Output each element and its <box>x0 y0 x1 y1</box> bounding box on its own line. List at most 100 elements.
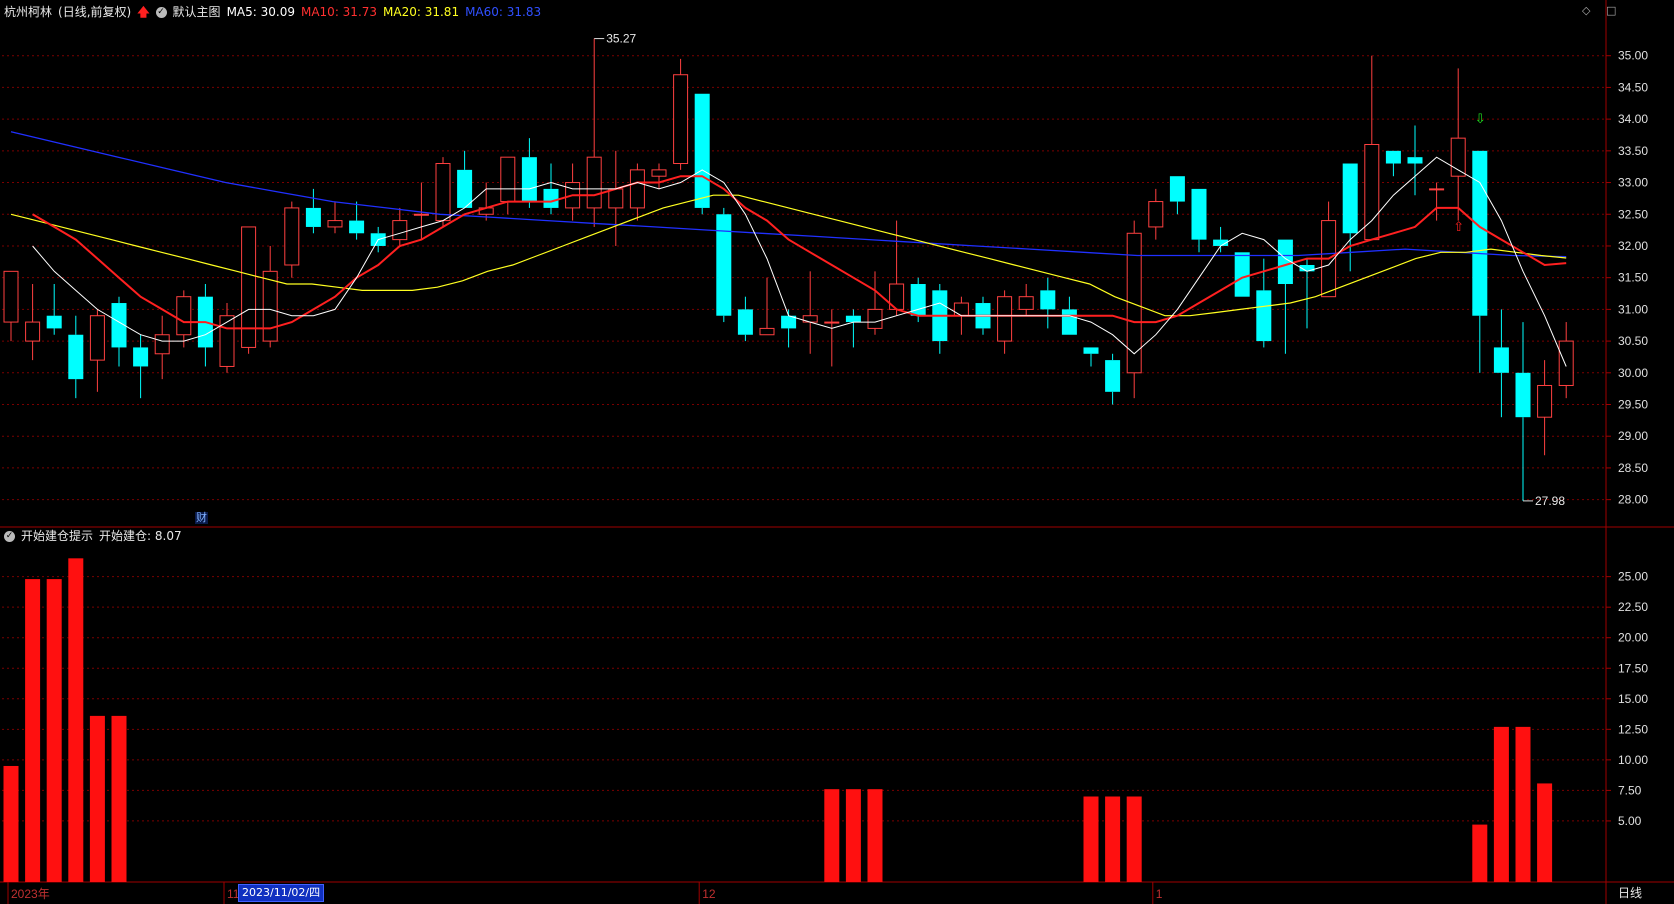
settings-icon[interactable]: ✓ <box>155 6 167 18</box>
candle-up <box>1429 182 1445 221</box>
ma20-value: MA20: 31.81 <box>383 5 460 19</box>
stock-chart[interactable]: 28.00 28.50 29.00 29.50 30.00 30.50 31.00 31.50… <box>0 0 1674 904</box>
y-tick-label: 32.00 <box>1618 239 1648 253</box>
candle-body <box>845 315 861 323</box>
candle-body <box>68 334 84 380</box>
candle-up <box>673 58 689 170</box>
y-tick-label: 10.00 <box>1618 753 1648 767</box>
candle-body <box>262 270 278 342</box>
candle-down <box>1191 188 1207 253</box>
candle-body <box>1126 232 1142 374</box>
candle-body <box>694 93 710 208</box>
y-tick-label: 22.50 <box>1618 600 1648 614</box>
candle-body <box>1450 137 1466 177</box>
x-tick-label: 1 <box>1156 887 1163 901</box>
y-tick-label: 20.00 <box>1618 631 1648 645</box>
y-tick-label: 32.50 <box>1618 207 1648 221</box>
template-name[interactable]: 默认主图 <box>173 4 221 20</box>
candle-up <box>1450 68 1466 221</box>
y-tick-label: 34.00 <box>1618 112 1648 126</box>
annotation-label: 27.98 <box>1535 494 1565 508</box>
candle-body <box>716 214 732 316</box>
candle-up <box>435 157 451 227</box>
indicator-name[interactable]: 开始建仓提示 <box>21 528 93 544</box>
candle-up <box>284 201 300 278</box>
candle-body <box>673 74 689 165</box>
candle-body <box>349 220 365 234</box>
candle-body <box>1040 290 1056 310</box>
window-controls[interactable]: ◇ □ <box>1582 4 1622 17</box>
candle-up <box>219 303 235 373</box>
candle-body <box>413 213 429 216</box>
candle-body <box>1429 188 1445 191</box>
candle-body <box>176 296 192 336</box>
stock-name[interactable]: 杭州柯林 <box>4 4 52 20</box>
candle-body <box>1472 150 1488 316</box>
indicator-bar <box>1472 824 1488 882</box>
candle-up <box>1558 322 1574 399</box>
candle-body <box>1558 340 1574 386</box>
indicator-bar <box>46 579 62 882</box>
candle-body <box>1169 176 1185 202</box>
candle-down <box>521 138 537 208</box>
indicator-header: ✓ 开始建仓提示 开始建仓: 8.07 <box>4 528 182 544</box>
x-tick-label: 12 <box>702 887 716 901</box>
candle-body <box>867 308 883 329</box>
candle-down <box>716 207 732 323</box>
candle-up <box>586 38 602 227</box>
candle-body <box>1191 188 1207 240</box>
candle-up <box>608 150 624 246</box>
y-tick-label: 35.00 <box>1618 49 1648 63</box>
y-tick-label: 31.00 <box>1618 302 1648 316</box>
candle-body <box>1385 150 1401 164</box>
candle-body <box>284 207 300 266</box>
indicator-bar <box>68 558 84 882</box>
candle-up <box>565 163 581 221</box>
candle-up <box>867 271 883 335</box>
ma10-value: MA10: 31.73 <box>300 5 378 19</box>
candle-body <box>392 220 408 241</box>
candle-up <box>1321 201 1337 298</box>
candle-up <box>89 309 105 392</box>
y-tick-label: 30.00 <box>1618 366 1648 380</box>
annotation-label: 35.27 <box>606 32 636 46</box>
candle-body <box>1061 309 1077 335</box>
candle-body <box>586 156 602 209</box>
candle-down <box>349 201 365 240</box>
candle-body <box>759 327 775 336</box>
indicator-bar <box>25 579 41 882</box>
indicator-bar <box>1515 726 1531 882</box>
financial-report-marker[interactable]: 财 <box>195 512 208 524</box>
indicator-settings-icon[interactable]: ✓ <box>4 530 15 542</box>
candle-down <box>1277 239 1293 354</box>
x-tick-label: 2023年 <box>11 887 50 901</box>
candle-down <box>68 315 84 399</box>
candle-down <box>1234 252 1250 297</box>
candle-body <box>1256 290 1272 342</box>
y-tick-label: 7.50 <box>1618 783 1642 797</box>
indicator-value: 开始建仓: 8.07 <box>99 529 182 543</box>
candle-body <box>1018 296 1034 310</box>
candle-body <box>1083 347 1099 354</box>
candle-up <box>1126 220 1142 399</box>
candle-body <box>1342 163 1358 234</box>
candle-body <box>1515 372 1531 418</box>
candle-body <box>219 315 235 367</box>
candle-up <box>3 270 19 342</box>
candle-down <box>133 334 149 399</box>
indicator-bar <box>1493 726 1509 882</box>
candle-up <box>25 284 41 361</box>
indicator-bar <box>1105 796 1121 882</box>
candle-up <box>629 163 645 221</box>
y-tick-label: 33.00 <box>1618 176 1648 190</box>
candle-down <box>1472 150 1488 373</box>
candle-down <box>543 163 559 215</box>
candle-body <box>1407 157 1423 164</box>
candle-down <box>1213 226 1229 253</box>
candle-body <box>1148 201 1164 228</box>
candle-body <box>543 188 559 208</box>
y-tick-label: 25.00 <box>1618 570 1648 584</box>
y-tick-label: 17.50 <box>1618 661 1648 675</box>
y-tick-label: 34.50 <box>1618 80 1648 94</box>
period-label[interactable]: 日线 <box>1618 884 1642 901</box>
